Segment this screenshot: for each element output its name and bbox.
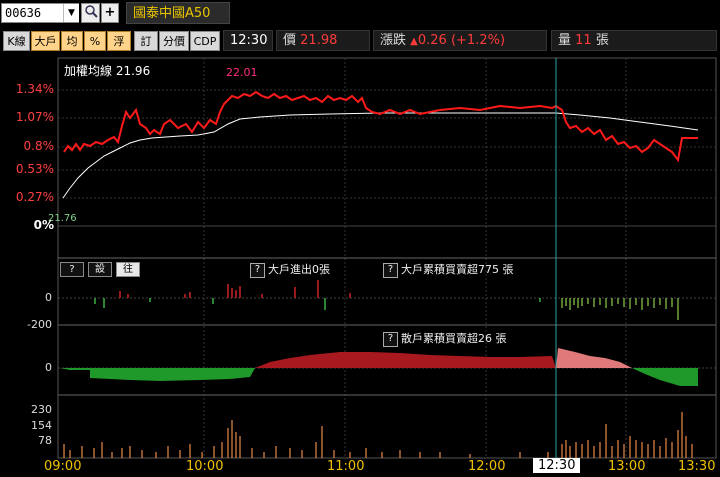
retail-negative-area-late bbox=[632, 368, 698, 386]
time-label-1000: 10:00 bbox=[186, 459, 224, 474]
y-tick-zero: 0% bbox=[33, 218, 54, 232]
volume-y-tick-230: 230 bbox=[31, 403, 52, 416]
retail-positive-area bbox=[255, 352, 556, 368]
volume-y-tick-78: 78 bbox=[38, 434, 52, 447]
price-line bbox=[63, 90, 698, 163]
late-green-bars bbox=[561, 298, 679, 320]
help-icon[interactable]: ? bbox=[250, 262, 265, 278]
time-label-1100: 11:00 bbox=[327, 459, 365, 474]
y-tick-5: 0.27% bbox=[15, 190, 54, 204]
y-tick-1: 1.34% bbox=[15, 82, 54, 96]
volume-bars bbox=[63, 412, 693, 458]
y-tick-3: 0.8% bbox=[23, 139, 55, 153]
retail-cum-label: 散戶累積買賣超26 張 bbox=[401, 332, 507, 345]
retail-negative-area-early bbox=[60, 368, 90, 370]
big-holder-flow-label: 大戶進出0張 bbox=[268, 263, 330, 276]
big-y-tick-neg200: -200 bbox=[27, 318, 52, 331]
average-line bbox=[62, 112, 699, 199]
time-label-1330: 13:30 bbox=[678, 459, 716, 474]
retail-negative-area bbox=[90, 368, 255, 381]
retail-positive-area-late bbox=[556, 348, 632, 368]
y-tick-4: 0.53% bbox=[15, 162, 54, 176]
average-label: 加權均線 bbox=[64, 64, 113, 78]
retail-cum-legend: ? 散戶累積買賣超26 張 bbox=[383, 330, 507, 347]
high-price-label: 22.01 bbox=[226, 66, 258, 79]
time-label-1200: 12:00 bbox=[468, 459, 506, 474]
time-label-0900: 09:00 bbox=[44, 459, 82, 474]
settings-button[interactable]: 設 bbox=[88, 262, 112, 277]
big-holder-cum-legend: ? 大戶累積買賣超775 張 bbox=[383, 261, 514, 278]
big-holder-flow-legend: ? 大戶進出0張 bbox=[250, 261, 330, 278]
average-line-legend: 加權均線 21.96 bbox=[64, 62, 150, 79]
y-tick-2: 1.07% bbox=[15, 110, 54, 124]
big-holder-bars bbox=[94, 280, 679, 320]
volume-y-tick-154: 154 bbox=[31, 419, 52, 432]
help-icon[interactable]: ? bbox=[383, 262, 398, 278]
retail-y-tick-0: 0 bbox=[45, 361, 52, 374]
help-icon[interactable]: ? bbox=[383, 331, 398, 347]
time-label-1300: 13:00 bbox=[608, 459, 646, 474]
big-holder-cum-label: 大戶累積買賣超775 張 bbox=[401, 263, 514, 276]
cursor-time-label: 12:30 bbox=[533, 458, 581, 473]
average-value: 21.96 bbox=[115, 64, 151, 78]
big-y-tick-0: 0 bbox=[45, 291, 52, 304]
help-button[interactable]: ? bbox=[60, 262, 84, 277]
previous-button[interactable]: 往 bbox=[116, 262, 140, 277]
